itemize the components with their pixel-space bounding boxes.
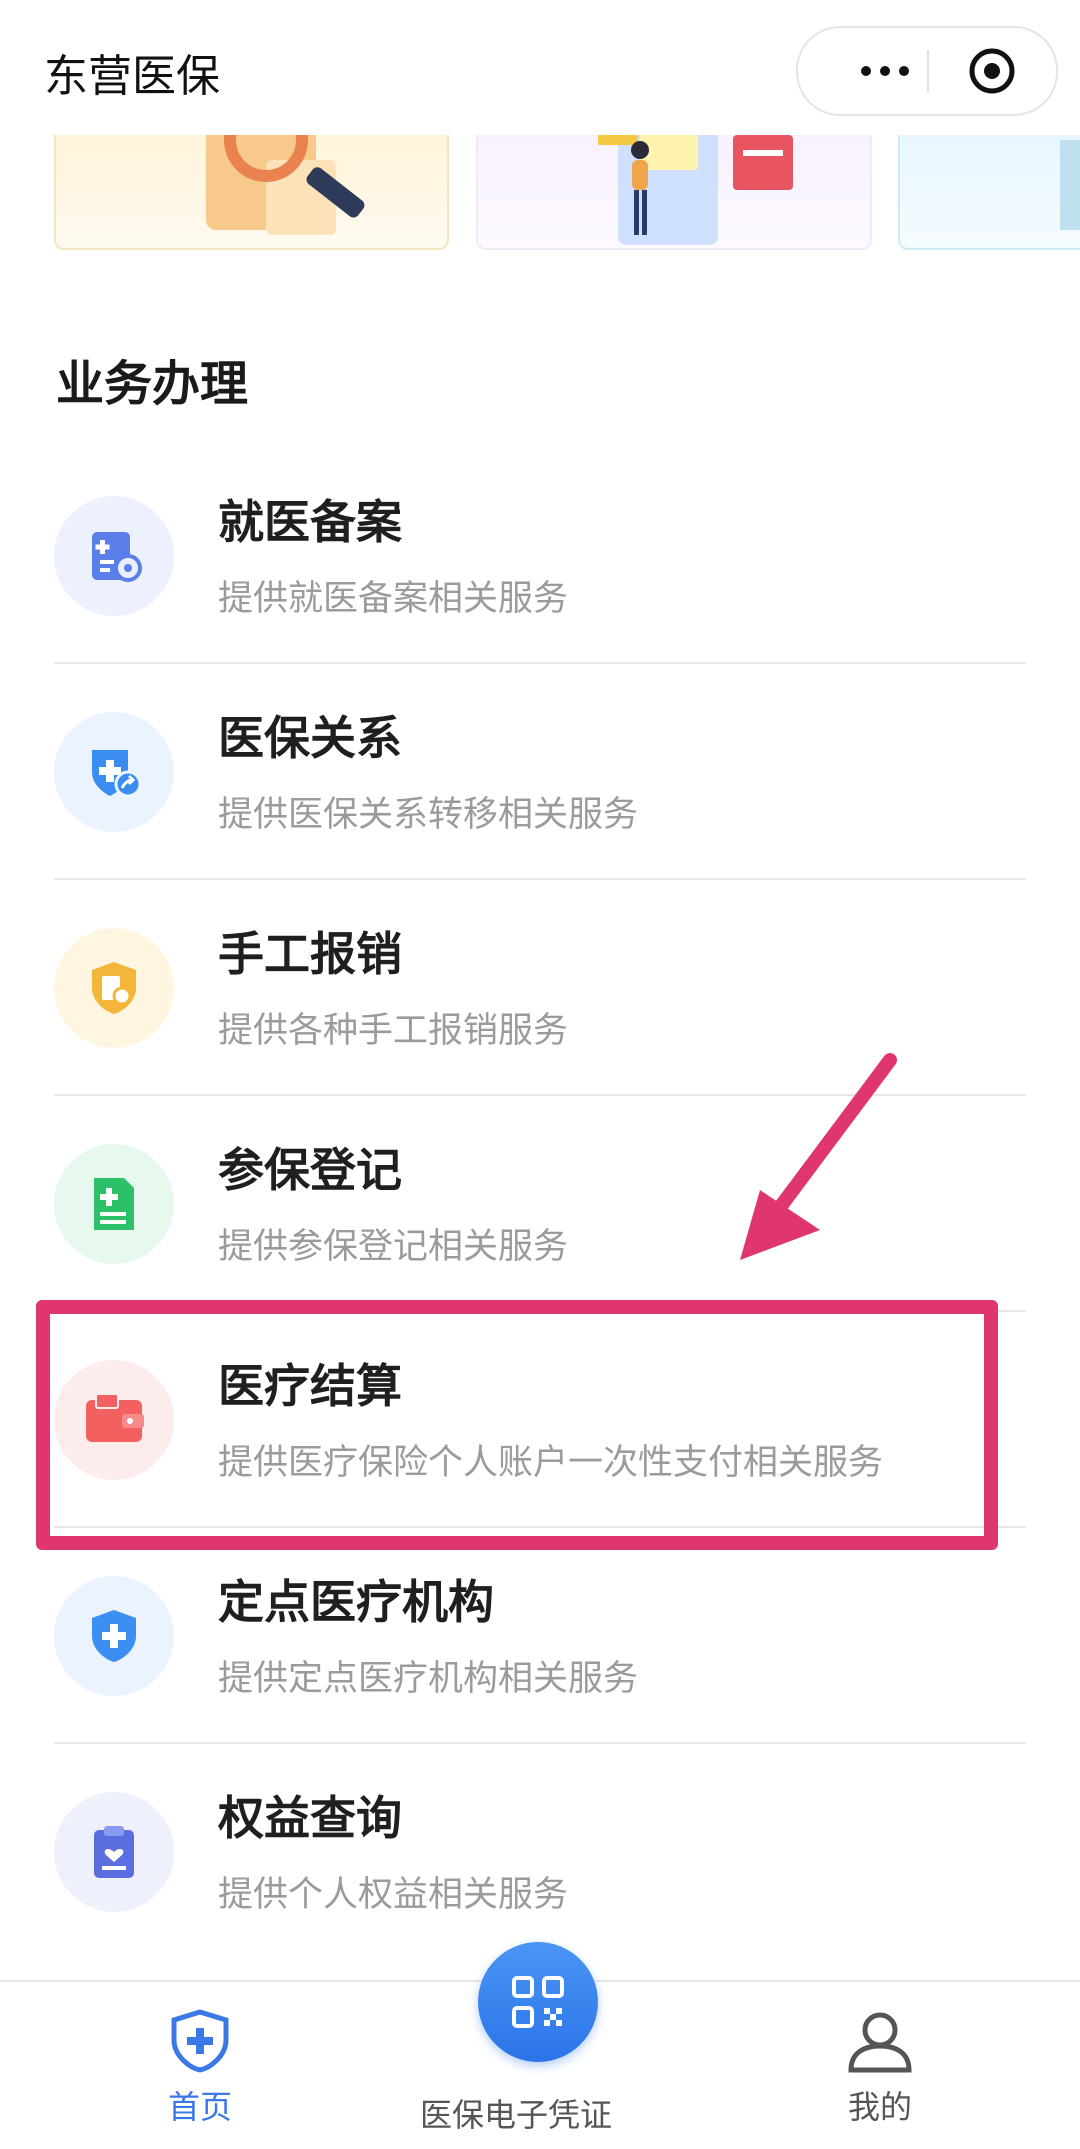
service-title: 医保关系 <box>218 711 402 765</box>
user-icon <box>848 2012 912 2073</box>
shield-plus-icon <box>171 2009 229 2073</box>
tab-mine[interactable]: 我的 <box>800 1982 960 2149</box>
tab-home[interactable]: 首页 <box>120 1982 280 2149</box>
service-subtitle: 提供医保关系转移相关服务 <box>218 795 639 835</box>
divider <box>54 878 1026 880</box>
service-subtitle: 提供参保登记相关服务 <box>218 1227 569 1267</box>
shield-receipt-icon <box>54 928 174 1048</box>
tab-insurance-e-voucher[interactable]: 医保电子凭证 <box>420 1900 660 2147</box>
service-subtitle: 提供就医备案相关服务 <box>218 579 569 619</box>
shield-transfer-icon <box>54 712 174 832</box>
divider <box>54 1742 1026 1744</box>
service-title: 权益查询 <box>218 1791 402 1845</box>
service-item-medical-filing[interactable]: 就医备案 提供就医备案相关服务 <box>0 460 1080 676</box>
tab-mine-label: 我的 <box>847 2088 912 2126</box>
divider <box>54 662 1026 664</box>
banner-card-third[interactable] <box>898 120 1080 250</box>
service-subtitle: 提供各种手工报销服务 <box>218 1011 569 1051</box>
building-illustration-icon <box>1060 140 1080 230</box>
document-plus-icon <box>54 1144 174 1264</box>
magnifier-illustration-icon <box>206 120 365 235</box>
tab-home-label: 首页 <box>167 2088 232 2126</box>
service-title: 就医备案 <box>218 495 402 549</box>
tab-insurance-e-voucher-label: 医保电子凭证 <box>420 2096 613 2134</box>
shield-plus-icon <box>54 1576 174 1696</box>
banner-card-person[interactable] <box>476 120 872 250</box>
annotation-arrow-icon <box>740 1053 897 1260</box>
medical-record-gear-icon <box>54 496 174 616</box>
service-item-designated-institution[interactable]: 定点医疗机构 提供定点医疗机构相关服务 <box>0 1540 1080 1756</box>
banner-card-search[interactable] <box>54 120 449 250</box>
capsule-divider <box>927 50 929 92</box>
section-title: 业务办理 <box>56 356 249 412</box>
mini-program-close-icon[interactable] <box>968 47 1016 95</box>
service-item-insurance-relation[interactable]: 医保关系 提供医保关系转移相关服务 <box>0 676 1080 892</box>
mini-program-capsule <box>796 26 1058 116</box>
service-title: 参保登记 <box>218 1143 402 1197</box>
clipboard-heart-icon <box>54 1792 174 1912</box>
annotation-highlight-box <box>36 1300 998 1550</box>
service-title: 手工报销 <box>218 927 402 981</box>
top-navigation-bar: 东营医保 <box>0 0 1080 135</box>
person-board-illustration-icon <box>598 120 793 245</box>
service-title: 定点医疗机构 <box>218 1575 494 1629</box>
more-dots-icon[interactable] <box>840 28 930 114</box>
service-subtitle: 提供定点医疗机构相关服务 <box>218 1659 639 1699</box>
app-title: 东营医保 <box>44 51 220 102</box>
qr-code-icon[interactable] <box>478 1942 598 2062</box>
